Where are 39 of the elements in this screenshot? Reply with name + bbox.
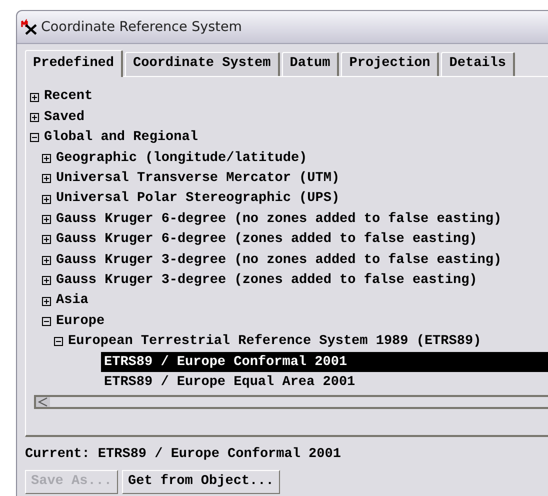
tree-item[interactable]: Asia	[56, 294, 88, 308]
tree-item[interactable]: Global and Regional	[44, 131, 198, 145]
tab[interactable]: Details	[441, 52, 515, 76]
tab[interactable]: Datum	[282, 52, 340, 76]
expand-icon[interactable]	[42, 174, 51, 184]
tree-item[interactable]: ETRS89 / Europe Conformal 2001	[101, 352, 548, 372]
window-title: Coordinate Reference System	[41, 18, 242, 37]
tree-item[interactable]: Gauss Kruger 6-degree (zones added to false easting)	[56, 233, 478, 247]
expand-icon[interactable]	[42, 296, 51, 306]
tab[interactable]: Predefined	[25, 50, 124, 77]
expand-icon[interactable]	[42, 194, 51, 204]
horizontal-scrollbar[interactable]	[34, 394, 548, 409]
expand-icon[interactable]	[42, 235, 51, 244]
collapse-icon[interactable]	[30, 133, 39, 142]
tree-item[interactable]: ETRS89 / Europe Equal Area 2001	[101, 372, 548, 393]
collapse-icon[interactable]	[54, 337, 63, 346]
tree-item[interactable]: Europe	[56, 314, 105, 328]
tree-item[interactable]: Recent	[44, 90, 93, 104]
tree-item[interactable]: Universal Polar Stereographic (UPS)	[56, 192, 340, 206]
tree-item[interactable]: Gauss Kruger 6-degree (no zones added to false easting)	[56, 212, 502, 226]
tree-item[interactable]: Universal Transverse Mercator (UTM)	[56, 172, 340, 186]
tree-item[interactable]: Geographic (longitude/latitude)	[56, 152, 308, 166]
collapse-icon[interactable]	[42, 316, 51, 326]
expand-icon[interactable]	[42, 215, 51, 224]
action-button[interactable]: Get from Object...	[122, 470, 280, 494]
expand-icon[interactable]	[30, 113, 39, 122]
tree-item[interactable]: Gauss Kruger 3-degree (zones added to false easting)	[56, 274, 478, 288]
current-label: Current: ETRS89 / Europe Conformal 2001	[25, 446, 342, 464]
tab[interactable]: Coordinate System	[125, 52, 280, 76]
tree-item[interactable]: European Terrestrial Reference System 1989 (ETRS89)	[68, 335, 482, 349]
tree-item[interactable]: Gauss Kruger 3-degree (no zones added to false easting)	[56, 254, 502, 268]
app-icon	[21, 19, 38, 35]
scroll-left-icon[interactable]	[36, 396, 50, 407]
tree-item[interactable]: Saved	[44, 110, 85, 124]
tab[interactable]: Projection	[341, 52, 440, 76]
expand-icon[interactable]	[42, 154, 51, 163]
expand-icon[interactable]	[42, 276, 51, 286]
expand-icon[interactable]	[30, 92, 39, 102]
expand-icon[interactable]	[42, 256, 51, 265]
